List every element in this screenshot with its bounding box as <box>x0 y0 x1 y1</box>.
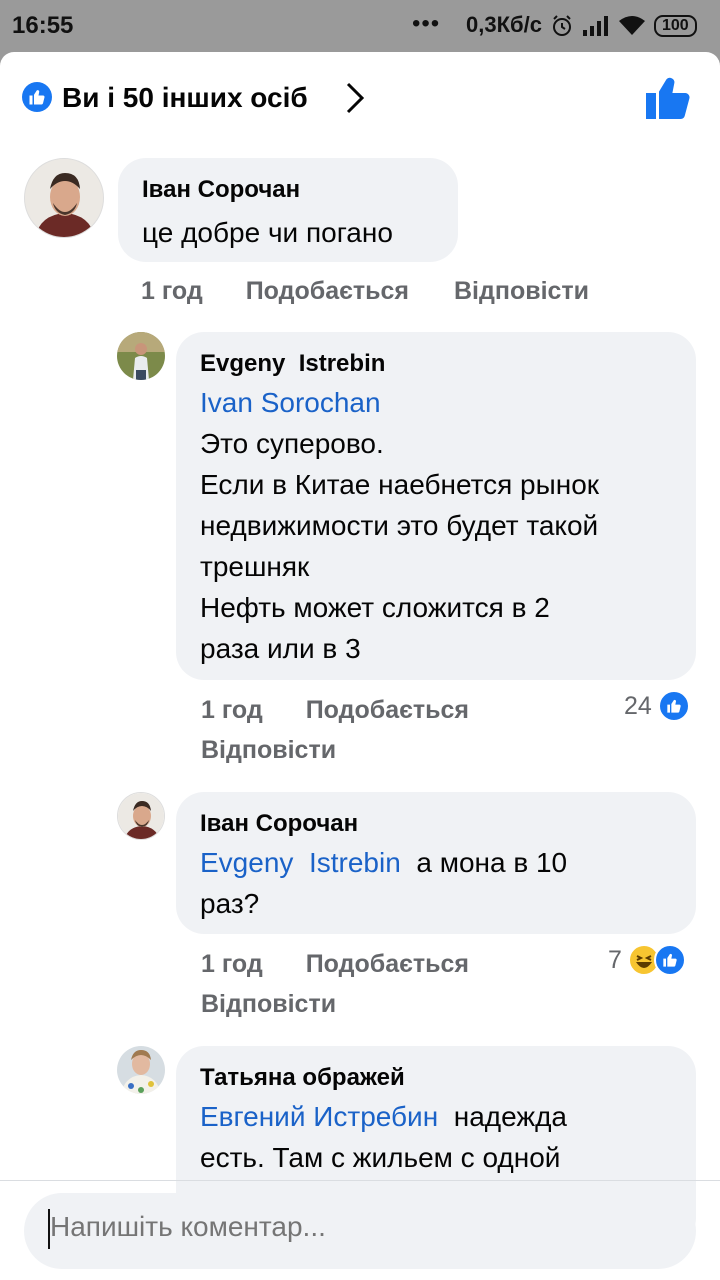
comment-composer[interactable] <box>24 1193 696 1269</box>
like-link[interactable]: Подобається <box>306 950 469 978</box>
comment-time: 1 год <box>141 277 203 305</box>
comment-line: Это суперово. <box>200 428 384 459</box>
reaction-summary[interactable]: 7 <box>608 944 686 976</box>
mention-link[interactable]: Evgeny Istrebin <box>200 847 401 878</box>
reply-link[interactable]: Відповісти <box>201 990 336 1019</box>
comment-line: раза или в 3 <box>200 633 361 664</box>
comment-bubble[interactable]: Іван Сорочан це добре чи погано <box>118 158 458 262</box>
comment-line: раз? <box>200 888 260 919</box>
mention-link[interactable]: Ivan Sorochan <box>200 382 690 423</box>
comment-bubble[interactable]: Іван Сорочан Evgeny Istrebin а мона в 10… <box>176 792 696 934</box>
chevron-right-icon[interactable] <box>340 80 368 116</box>
comment-input[interactable] <box>50 1211 670 1243</box>
comment-line: трешняк <box>200 551 310 582</box>
comment-time: 1 год <box>201 950 263 978</box>
status-bar: 16:55 ••• 0,3Кб/с 100 <box>0 0 720 52</box>
comment-actions: 1 год Подобається <box>201 950 469 979</box>
avatar-photo <box>117 332 165 380</box>
comment-text: це добре чи погано <box>142 217 393 248</box>
comment-text: Евгений Истребин надежда есть. Там с жил… <box>200 1096 690 1178</box>
comment-author[interactable]: Іван Сорочан <box>200 810 358 838</box>
reactions-header[interactable]: Ви і 50 інших осіб <box>0 52 720 150</box>
status-time: 16:55 <box>12 12 74 39</box>
mention-link[interactable]: Евгений Истребин <box>200 1101 438 1132</box>
reply-link[interactable]: Відповісти <box>454 277 589 305</box>
comment-actions: 1 год Подобається <box>201 696 469 725</box>
comments-sheet: Ви і 50 інших осіб Іван Сорочан це добре… <box>0 52 720 1280</box>
avatar-photo <box>117 1046 165 1094</box>
comment-author[interactable]: Татьяна ображей <box>200 1064 405 1092</box>
avatar-photo <box>118 793 164 839</box>
comment-line: недвижимости это будет такой <box>200 510 599 541</box>
comment-text: Evgeny Istrebin а мона в 10 раз? <box>200 842 690 924</box>
comment-actions: 1 год Подобається Відповісти <box>141 277 589 306</box>
like-badge-icon <box>22 82 52 112</box>
comment-time: 1 год <box>201 696 263 724</box>
thumbs-up-icon[interactable] <box>644 74 692 122</box>
reaction-count: 7 <box>608 945 622 974</box>
alarm-icon <box>553 15 571 36</box>
network-speed: 0,3Кб/с <box>466 12 542 37</box>
reply-link[interactable]: Відповісти <box>201 736 336 765</box>
comment-line: а мона в 10 <box>416 847 568 878</box>
signal-icon <box>583 16 608 36</box>
like-link[interactable]: Подобається <box>306 696 469 724</box>
comment-line: есть. Там с жильем с одной <box>200 1142 561 1173</box>
wifi-icon <box>619 16 645 35</box>
reaction-summary[interactable]: 24 <box>624 690 690 722</box>
comment-bubble[interactable]: Evgeny Istrebin Ivan Sorochan Это суперо… <box>176 332 696 680</box>
like-reaction-icon <box>653 944 686 976</box>
like-reaction-icon <box>657 690 690 722</box>
composer-divider <box>0 1180 720 1181</box>
like-link[interactable]: Подобається <box>246 277 409 305</box>
reaction-count: 24 <box>624 691 652 720</box>
comment-text: Ivan Sorochan Это суперово. Если в Китае… <box>200 382 690 669</box>
comment-author[interactable]: Evgeny Istrebin <box>200 350 385 378</box>
comment-line: Если в Китае наебнется рынок <box>200 469 600 500</box>
battery-indicator: 100 <box>654 15 697 37</box>
avatar[interactable] <box>117 1046 165 1094</box>
avatar[interactable] <box>117 792 165 840</box>
avatar[interactable] <box>117 332 165 380</box>
comment-line: надежда <box>453 1101 568 1132</box>
comment-author[interactable]: Іван Сорочан <box>142 176 300 204</box>
avatar[interactable] <box>24 158 104 238</box>
reactions-summary[interactable]: Ви і 50 інших осіб <box>62 82 308 114</box>
comment-line: Нефть может сложится в 2 <box>200 592 550 623</box>
status-icons: 100 <box>550 12 697 40</box>
notification-dots: ••• <box>412 10 441 37</box>
avatar-photo <box>25 159 103 237</box>
